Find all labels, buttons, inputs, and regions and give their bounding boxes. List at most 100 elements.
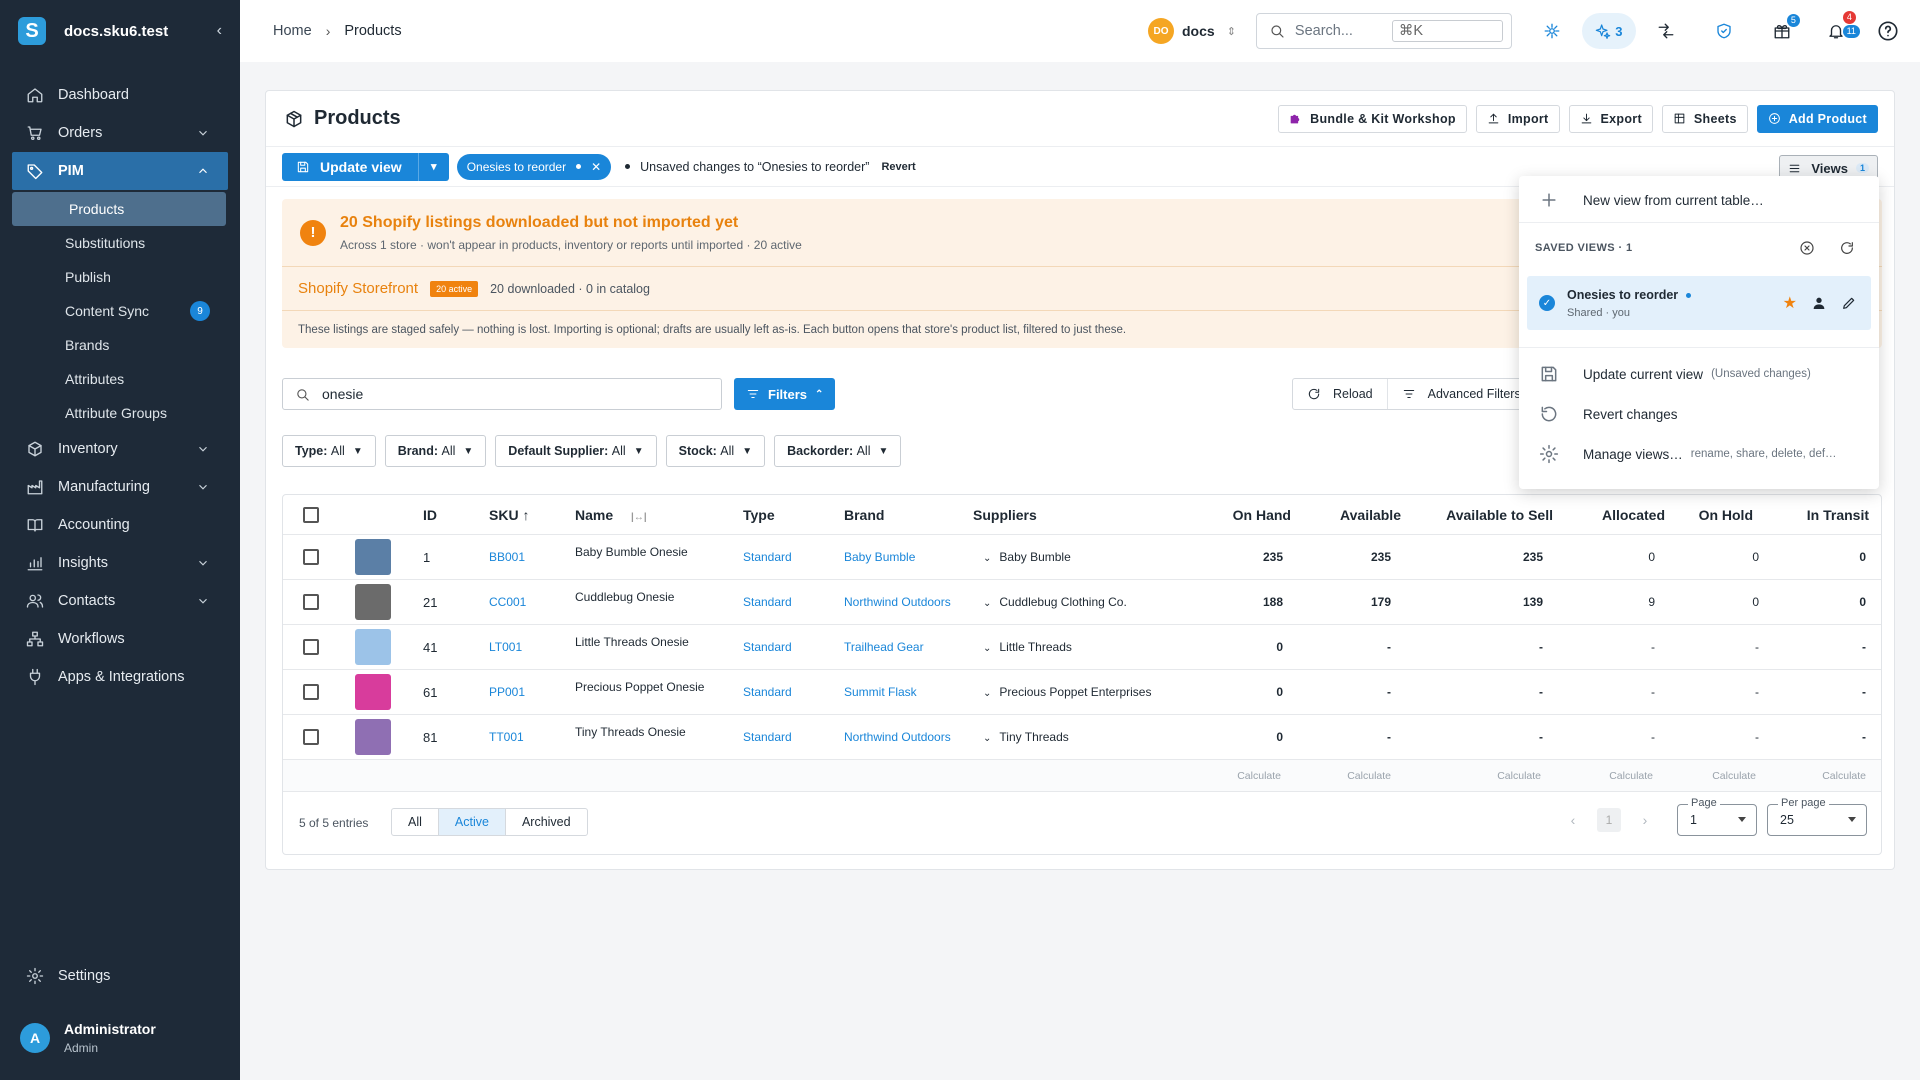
- select-all-checkbox[interactable]: [303, 506, 319, 523]
- help-button[interactable]: [1870, 13, 1906, 49]
- cell-sku[interactable]: BB001: [489, 550, 525, 564]
- sidebar-item-pim[interactable]: PIM: [12, 152, 228, 190]
- calculate-available[interactable]: Calculate: [1347, 770, 1391, 782]
- column-header-in-transit[interactable]: In Transit: [1807, 507, 1869, 523]
- cell-brand[interactable]: Baby Bumble: [844, 550, 915, 564]
- cell-suppliers[interactable]: ⌄ Precious Poppet Enterprises: [983, 685, 1151, 699]
- sidebar-item-orders[interactable]: Orders: [0, 114, 240, 152]
- cell-sku[interactable]: TT001: [489, 730, 524, 744]
- new-view-item[interactable]: New view from current table…: [1519, 178, 1879, 222]
- product-thumbnail[interactable]: [355, 674, 391, 710]
- sidebar-subitem-publish[interactable]: Publish: [0, 260, 240, 294]
- cell-brand[interactable]: Summit Flask: [844, 685, 917, 699]
- cell-type[interactable]: Standard: [743, 640, 792, 654]
- page-select[interactable]: Page 1: [1677, 797, 1757, 836]
- security-button[interactable]: [1706, 13, 1742, 49]
- sidebar-item-workflows[interactable]: Workflows: [0, 620, 240, 658]
- bundle-kit-workshop-button[interactable]: Bundle & Kit Workshop: [1278, 104, 1467, 133]
- sidebar-subitem-attribute-groups[interactable]: Attribute Groups: [0, 396, 240, 430]
- column-header-on-hand[interactable]: On Hand: [1233, 507, 1291, 523]
- product-thumbnail[interactable]: [355, 584, 391, 620]
- row-checkbox[interactable]: [303, 594, 319, 610]
- product-thumbnail[interactable]: [355, 719, 391, 755]
- revert-link[interactable]: Revert: [881, 161, 915, 173]
- sidebar-subitem-content-sync[interactable]: Content Sync 9: [0, 294, 240, 328]
- reload-button[interactable]: Reload: [1293, 379, 1388, 409]
- user-icon[interactable]: [1811, 295, 1827, 311]
- import-button[interactable]: Import: [1475, 104, 1560, 133]
- sidebar-item-manufacturing[interactable]: Manufacturing: [0, 468, 240, 506]
- column-header-on-hold[interactable]: On Hold: [1699, 507, 1753, 523]
- stock-filter[interactable]: Stock: All ▼: [665, 435, 766, 467]
- table-row[interactable]: 21 CC001 Cuddlebug Onesie Standard Northwind…: [283, 580, 1881, 625]
- next-page-button[interactable]: ›: [1633, 808, 1657, 832]
- cell-brand[interactable]: Northwind Outdoors: [844, 730, 951, 744]
- close-icon[interactable]: ✕: [591, 160, 601, 174]
- cell-sku[interactable]: CC001: [489, 595, 526, 609]
- cell-type[interactable]: Standard: [743, 595, 792, 609]
- product-search-input[interactable]: onesie: [282, 378, 722, 410]
- column-header-suppliers[interactable]: Suppliers: [973, 507, 1037, 523]
- sidebar-item-accounting[interactable]: Accounting: [0, 506, 240, 544]
- workspace-name[interactable]: docs: [1182, 23, 1215, 39]
- compare-button[interactable]: [1648, 13, 1684, 49]
- update-current-view-item[interactable]: Update current view (Unsaved changes): [1519, 354, 1879, 394]
- default-supplier-filter[interactable]: Default Supplier: All ▼: [495, 435, 657, 467]
- saved-view-item[interactable]: ✓ Onesies to reorder Shared · you ★: [1527, 276, 1871, 330]
- column-header-allocated[interactable]: Allocated: [1602, 507, 1665, 523]
- global-search[interactable]: Search... ⌘K: [1255, 13, 1512, 49]
- sidebar-subitem-brands[interactable]: Brands: [0, 328, 240, 362]
- row-checkbox[interactable]: [303, 684, 319, 700]
- integrations-hub-button[interactable]: [1534, 13, 1570, 49]
- notifications-button[interactable]: 4 11: [1818, 11, 1860, 49]
- sidebar-item-dashboard[interactable]: Dashboard: [0, 76, 240, 114]
- row-checkbox[interactable]: [303, 639, 319, 655]
- calculate-available-to-sell[interactable]: Calculate: [1497, 770, 1541, 782]
- column-header-available[interactable]: Available: [1340, 507, 1401, 523]
- cell-sku[interactable]: LT001: [489, 640, 522, 654]
- segment-all[interactable]: All: [392, 809, 439, 835]
- column-header-brand[interactable]: Brand: [844, 507, 884, 523]
- calculate-on-hand[interactable]: Calculate: [1237, 770, 1281, 782]
- column-header-type[interactable]: Type: [743, 507, 775, 523]
- manage-views-item[interactable]: Manage views… rename, share, delete, def…: [1519, 434, 1879, 474]
- clear-icon[interactable]: [1799, 240, 1815, 256]
- row-checkbox[interactable]: [303, 549, 319, 565]
- cell-suppliers[interactable]: ⌄ Baby Bumble: [983, 550, 1071, 564]
- column-header-id[interactable]: ID: [423, 507, 437, 523]
- store-name[interactable]: Shopify Storefront: [298, 280, 418, 297]
- sidebar-item-insights[interactable]: Insights: [0, 544, 240, 582]
- cell-type[interactable]: Standard: [743, 685, 792, 699]
- add-product-button[interactable]: Add Product: [1756, 104, 1878, 133]
- per-page-select[interactable]: Per page 25: [1767, 797, 1867, 836]
- sidebar-item-inventory[interactable]: Inventory: [0, 430, 240, 468]
- user-profile[interactable]: A Administrator Admin: [0, 1008, 240, 1068]
- pencil-icon[interactable]: [1841, 295, 1857, 311]
- segment-archived[interactable]: Archived: [506, 809, 587, 835]
- brand-filter[interactable]: Brand: All ▼: [384, 435, 487, 467]
- active-view-chip[interactable]: Onesies to reorder ✕: [456, 153, 612, 180]
- ai-assistant-button[interactable]: 3: [1581, 13, 1636, 49]
- revert-changes-item[interactable]: Revert changes: [1519, 394, 1879, 434]
- calculate-in-transit[interactable]: Calculate: [1822, 770, 1866, 782]
- collapse-sidebar-button[interactable]: ‹: [217, 22, 222, 40]
- type-filter[interactable]: Type: All ▼: [282, 435, 376, 467]
- table-row[interactable]: 1 BB001 Baby Bumble Onesie Standard Baby Bum…: [283, 535, 1881, 580]
- resize-column-icon[interactable]: |↔|: [631, 512, 647, 523]
- filters-button[interactable]: Filters ⌃: [734, 378, 836, 410]
- workspace-avatar[interactable]: DO: [1148, 18, 1174, 44]
- cell-type[interactable]: Standard: [743, 550, 792, 564]
- column-header-available-to-sell[interactable]: Available to Sell: [1446, 507, 1553, 523]
- calculate-allocated[interactable]: Calculate: [1609, 770, 1653, 782]
- refresh-icon[interactable]: [1839, 240, 1855, 256]
- column-header-name[interactable]: Name |↔|: [575, 507, 647, 523]
- sidebar-subitem-substitutions[interactable]: Substitutions: [0, 226, 240, 260]
- segment-active[interactable]: Active: [438, 809, 506, 835]
- backorder-filter[interactable]: Backorder: All ▼: [774, 435, 902, 467]
- product-thumbnail[interactable]: [355, 629, 391, 665]
- breadcrumb-home[interactable]: Home: [273, 23, 312, 39]
- column-header-sku[interactable]: SKU ↑: [489, 507, 529, 523]
- current-page[interactable]: 1: [1597, 808, 1621, 832]
- advanced-filters-button[interactable]: Advanced Filters: [1388, 379, 1535, 409]
- whats-new-button[interactable]: 5: [1764, 13, 1800, 49]
